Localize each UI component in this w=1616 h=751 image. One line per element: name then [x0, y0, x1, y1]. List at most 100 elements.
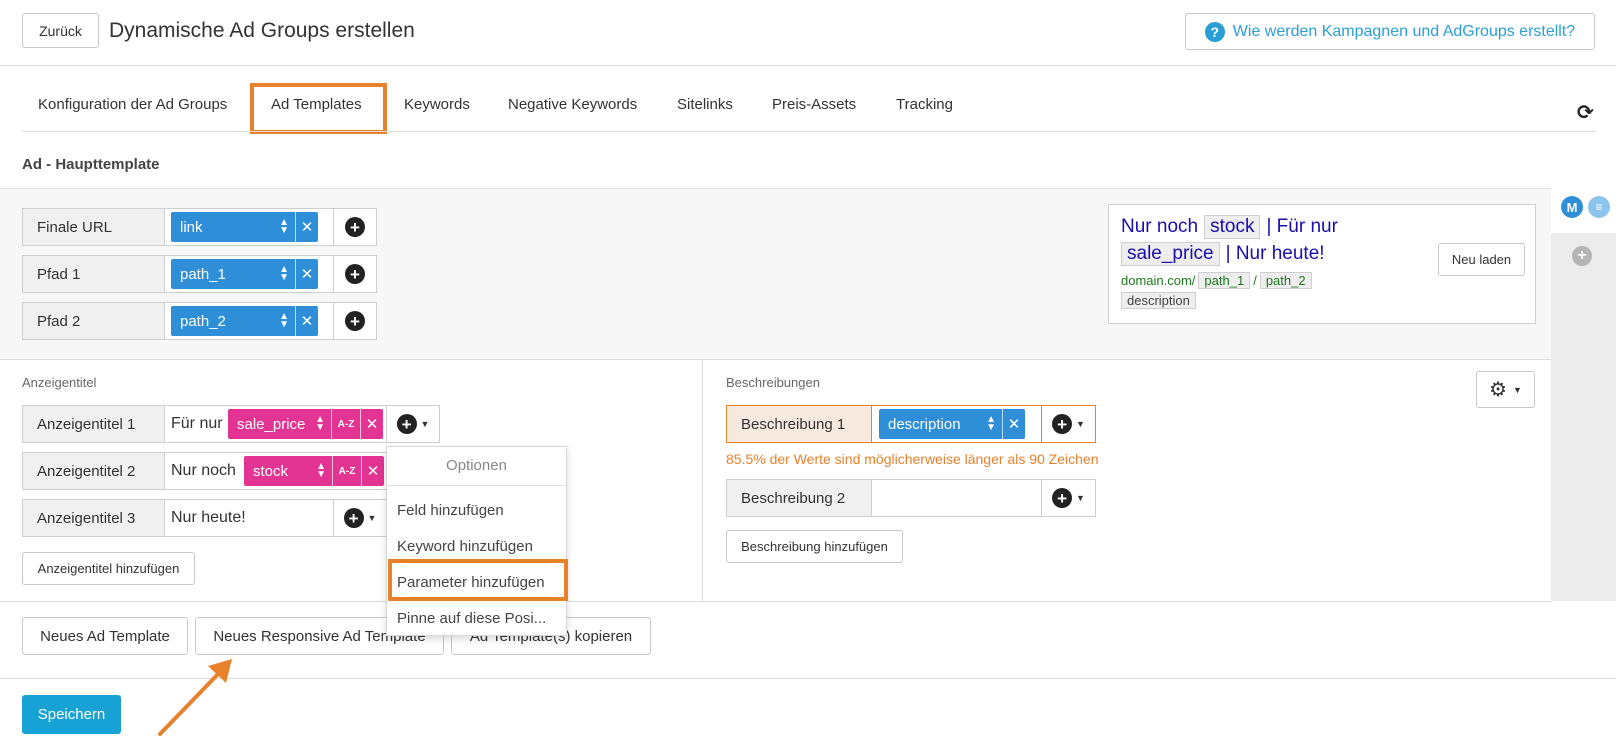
dropdown-header: Optionen: [446, 457, 507, 474]
headline1-token[interactable]: sale_price ▲ ▼ A-Z ✕: [228, 409, 383, 439]
final-url-add-button[interactable]: +: [333, 208, 377, 246]
path2-add-button[interactable]: +: [333, 302, 377, 340]
path2-token-label: path_2: [180, 312, 226, 330]
plus-icon: +: [345, 217, 365, 237]
preview-url-token-2: path_2: [1259, 272, 1312, 289]
description1-token-label: description: [888, 415, 961, 433]
headline2-text: Nur noch: [171, 462, 236, 479]
length-warning: 85.5% der Werte sind möglicherweise läng…: [726, 451, 1099, 467]
preview-suffix-1: | Für nur: [1266, 216, 1338, 237]
remove-icon[interactable]: ✕: [296, 259, 318, 289]
column-divider: [702, 360, 703, 601]
path2-label: Pfad 2: [22, 302, 165, 340]
tab-preis-assets[interactable]: Preis-Assets: [772, 96, 856, 113]
preview-url-token-1: path_1: [1198, 272, 1251, 289]
final-url-token[interactable]: link ▲ ▼ ✕: [171, 212, 318, 242]
remove-icon[interactable]: ✕: [1003, 409, 1025, 439]
preview-domain: domain.com/: [1121, 273, 1196, 288]
sidebar-add-icon[interactable]: +: [1572, 246, 1592, 266]
path1-label: Pfad 1: [22, 255, 165, 293]
plus-icon: +: [1052, 414, 1073, 434]
headline3-text: Nur heute!: [171, 509, 246, 526]
reload-button[interactable]: Neu laden: [1438, 243, 1525, 276]
sort-icon[interactable]: ▲ ▼: [315, 415, 325, 433]
refresh-icon[interactable]: ⟳: [1577, 100, 1594, 125]
description2-label: Beschreibung 2: [726, 479, 872, 517]
final-url-label: Finale URL: [22, 208, 165, 246]
path1-token[interactable]: path_1 ▲ ▼ ✕: [171, 259, 318, 289]
plus-icon: +: [343, 508, 364, 528]
description1-label: Beschreibung 1: [726, 405, 872, 443]
remove-icon[interactable]: ✕: [362, 456, 384, 486]
plus-icon: +: [1052, 488, 1073, 508]
list-icon[interactable]: ≡: [1588, 196, 1610, 218]
settings-button[interactable]: ⚙ ▼: [1476, 371, 1535, 408]
plus-icon: +: [345, 264, 365, 284]
caret-down-icon: ▼: [367, 513, 377, 523]
caret-down-icon: ▼: [1076, 493, 1085, 503]
gear-icon: ⚙: [1489, 379, 1507, 401]
descriptions-section-label: Beschreibungen: [726, 375, 820, 390]
path1-add-button[interactable]: +: [333, 255, 377, 293]
caret-down-icon: ▼: [420, 419, 430, 429]
sort-icon[interactable]: ▲ ▼: [279, 265, 289, 283]
save-button[interactable]: Speichern: [22, 695, 121, 734]
headline3-label: Anzeigentitel 3: [22, 499, 165, 537]
description2-add-button[interactable]: + ▼: [1041, 479, 1096, 517]
az-icon[interactable]: A-Z: [332, 409, 360, 439]
ad-preview: Nur noch stock | Für nur sale_price | Nu…: [1108, 204, 1536, 324]
help-button[interactable]: ? Wie werden Kampagnen und AdGroups erst…: [1185, 13, 1595, 50]
headlines-section-label: Anzeigentitel: [22, 375, 97, 390]
menu-item-pin[interactable]: Pinne auf diese Posi...: [397, 610, 546, 627]
sort-icon[interactable]: ▲ ▼: [279, 218, 289, 236]
remove-icon[interactable]: ✕: [296, 306, 318, 336]
help-label: Wie werden Kampagnen und AdGroups erstel…: [1232, 22, 1576, 40]
add-headline-button[interactable]: Anzeigentitel hinzufügen: [22, 552, 195, 585]
headline1-label: Anzeigentitel 1: [22, 405, 165, 443]
plus-icon: +: [345, 311, 365, 331]
headline2-label: Anzeigentitel 2: [22, 452, 165, 490]
remove-icon[interactable]: ✕: [361, 409, 383, 439]
headline3-add-button[interactable]: + ▼: [333, 499, 387, 537]
tab-keywords[interactable]: Keywords: [404, 96, 470, 113]
description2-field[interactable]: [871, 479, 1042, 517]
headline1-add-button[interactable]: + ▼: [386, 405, 440, 443]
help-icon: ?: [1204, 21, 1225, 42]
preview-description: description: [1121, 292, 1196, 309]
preview-suffix-2: | Nur heute!: [1225, 243, 1325, 264]
annotation-arrow: [158, 659, 232, 736]
right-sidebar: M ≡ +: [1551, 188, 1616, 601]
preview-url: domain.com/ path_1 / path_2: [1121, 272, 1312, 289]
caret-down-icon: ▼: [1076, 419, 1085, 429]
sort-icon[interactable]: ▲ ▼: [986, 415, 996, 433]
preview-prefix: Nur noch: [1121, 216, 1199, 237]
headline1-token-label: sale_price: [237, 415, 306, 433]
preview-url-sep: /: [1253, 273, 1257, 288]
tab-tracking[interactable]: Tracking: [896, 96, 953, 113]
tab-sitelinks[interactable]: Sitelinks: [677, 96, 733, 113]
page-title: Dynamische Ad Groups erstellen: [109, 19, 415, 42]
description1-token[interactable]: description ▲ ▼ ✕: [879, 409, 1025, 439]
menu-item-keyword[interactable]: Keyword hinzufügen: [397, 538, 533, 555]
avatar[interactable]: M: [1561, 196, 1583, 218]
sort-icon[interactable]: ▲ ▼: [279, 312, 289, 330]
headline2-token[interactable]: stock ▲ ▼ A-Z ✕: [244, 456, 384, 486]
tab-highlight-box: [250, 83, 387, 134]
path1-token-label: path_1: [180, 265, 226, 283]
add-description-button[interactable]: Beschreibung hinzufügen: [726, 530, 903, 563]
back-button[interactable]: Zurück: [22, 13, 99, 48]
tab-konfiguration[interactable]: Konfiguration der Ad Groups: [38, 96, 227, 113]
parameter-highlight-box: [388, 559, 568, 601]
description1-add-button[interactable]: + ▼: [1041, 405, 1096, 443]
headline1-text: Für nur: [171, 415, 223, 432]
sort-icon[interactable]: ▲ ▼: [316, 462, 326, 480]
az-icon[interactable]: A-Z: [333, 456, 361, 486]
tab-negative-keywords[interactable]: Negative Keywords: [508, 96, 637, 113]
remove-icon[interactable]: ✕: [296, 212, 318, 242]
menu-item-feld[interactable]: Feld hinzufügen: [397, 502, 504, 519]
plus-icon: +: [396, 414, 417, 434]
preview-token-stock: stock: [1204, 215, 1261, 239]
caret-down-icon: ▼: [1513, 384, 1522, 395]
path2-token[interactable]: path_2 ▲ ▼ ✕: [171, 306, 318, 336]
final-url-token-label: link: [180, 218, 203, 236]
